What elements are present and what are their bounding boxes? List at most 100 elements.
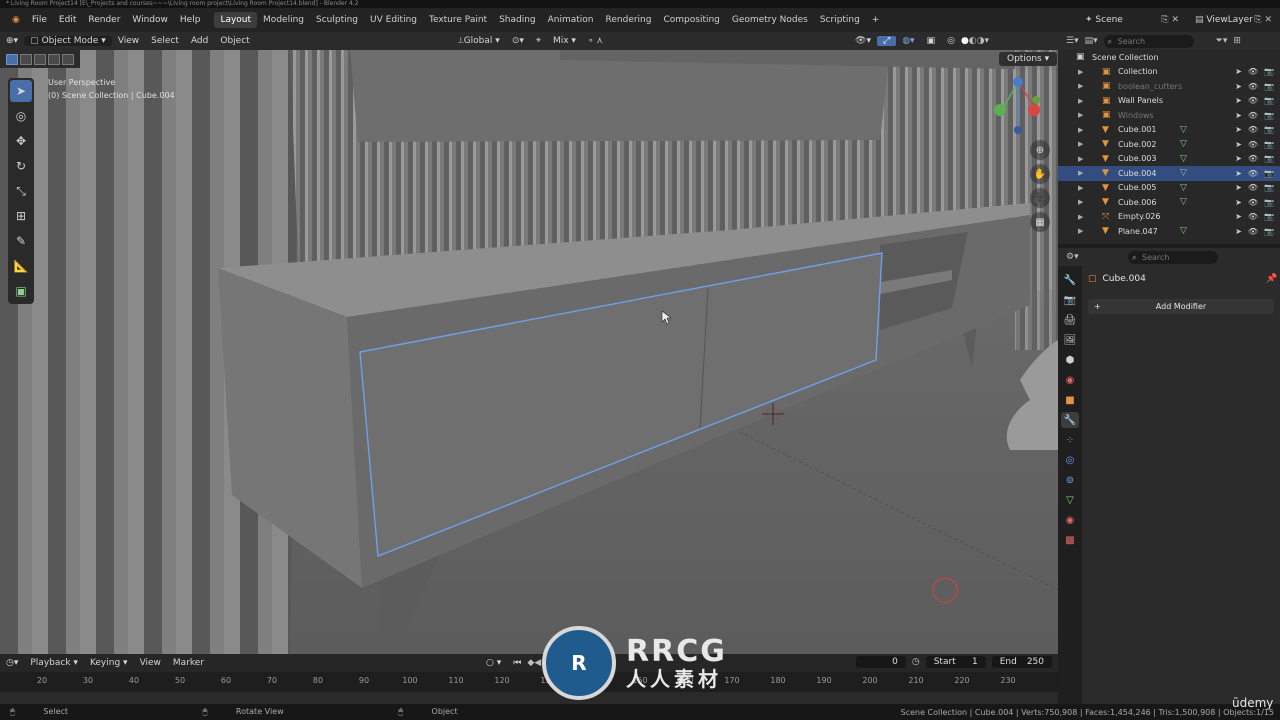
blender-logo-icon[interactable]: ◉ — [6, 15, 26, 25]
eye-icon[interactable]: 👁 — [1248, 111, 1258, 120]
outliner-item[interactable]: ▶ ▼ Cube.001 ▽ ➤ 👁 📷 — [1058, 123, 1280, 138]
menu-window[interactable]: Window — [126, 15, 174, 25]
render-toggle-icon[interactable]: 📷 — [1264, 96, 1274, 105]
tab-scripting[interactable]: Scripting — [814, 12, 866, 28]
eye-icon[interactable]: 👁 — [1248, 140, 1258, 149]
jump-start-icon[interactable]: ⏮ — [507, 658, 527, 668]
expand-arrow-icon[interactable]: ▶ — [1078, 82, 1083, 90]
outliner-item[interactable]: ▶ ⤧ Empty.026 ➤ 👁 📷 — [1058, 210, 1280, 225]
eye-icon[interactable]: 👁 — [1248, 183, 1258, 192]
tab-modeling[interactable]: Modeling — [257, 12, 310, 28]
eye-icon[interactable]: 👁 — [1248, 169, 1258, 178]
select-toggle-icon[interactable]: ➤ — [1235, 82, 1242, 91]
pin-icon[interactable]: 📌 — [1266, 274, 1277, 284]
eye-icon[interactable]: 👁 — [1248, 67, 1258, 76]
menu-file[interactable]: File — [26, 15, 53, 25]
3d-viewport[interactable]: User Perspective (0) Scene Collection | … — [0, 50, 1058, 654]
properties-editor-icon[interactable]: ⚙▾ — [1066, 252, 1079, 262]
outliner-editor-icon[interactable]: ☰▾ — [1066, 36, 1079, 46]
select-toggle-icon[interactable]: ➤ — [1235, 212, 1242, 221]
menu-help[interactable]: Help — [174, 15, 207, 25]
eye-icon[interactable]: 👁 — [1248, 212, 1258, 221]
tab-compositing[interactable]: Compositing — [657, 12, 725, 28]
gizmo-neg-y-icon[interactable] — [1032, 96, 1040, 104]
tab-texture-paint[interactable]: Texture Paint — [423, 12, 493, 28]
menu-marker[interactable]: Marker — [167, 658, 210, 668]
annotate-tool-icon[interactable]: ✎ — [10, 230, 32, 252]
cursor-tool-icon[interactable]: ◎ — [10, 105, 32, 127]
orientation-selector[interactable]: ⟂ Global ▾ — [452, 36, 506, 46]
eye-icon[interactable]: 👁 — [1248, 198, 1258, 207]
tab-layout[interactable]: Layout — [214, 12, 258, 28]
play-reverse-icon[interactable]: ◀ — [534, 658, 541, 668]
menu-select[interactable]: Select — [145, 36, 185, 46]
view-layer-tab-icon[interactable]: 🖼 — [1061, 332, 1079, 348]
render-toggle-icon[interactable]: 📷 — [1264, 111, 1274, 120]
render-toggle-icon[interactable]: 📷 — [1264, 227, 1274, 236]
outliner-search-input[interactable]: Search — [1103, 34, 1194, 48]
grid-view-icon[interactable]: ▦ — [1030, 212, 1050, 232]
particles-tab-icon[interactable]: ⁘ — [1061, 432, 1079, 448]
properties-search-input[interactable]: Search — [1128, 250, 1218, 264]
expand-arrow-icon[interactable]: ▶ — [1078, 111, 1083, 119]
expand-arrow-icon[interactable]: ▶ — [1078, 68, 1083, 76]
add-cube-tool-icon[interactable]: ▣ — [10, 280, 32, 302]
viewlayer-close-icon[interactable]: ⎘ ✕ — [1254, 15, 1272, 25]
tab-geometry-nodes[interactable]: Geometry Nodes — [726, 12, 814, 28]
gizmo-z-icon[interactable] — [1013, 77, 1023, 87]
move-tool-icon[interactable]: ✥ — [10, 130, 32, 152]
record-icon[interactable]: ○ ▾ — [480, 658, 507, 668]
output-tab-icon[interactable]: 🖨 — [1061, 312, 1079, 328]
render-toggle-icon[interactable]: 📷 — [1264, 169, 1274, 178]
scene-pin-icon[interactable]: ⎘ ✕ — [1161, 15, 1179, 25]
gizmo-x-icon[interactable] — [1028, 104, 1040, 116]
select-box-mode-icon[interactable] — [6, 53, 18, 65]
zoom-icon[interactable]: ⊕ — [1030, 140, 1050, 160]
outliner-item[interactable]: ▶ ▼ Cube.004 ▽ ➤ 👁 📷 — [1058, 166, 1280, 181]
expand-arrow-icon[interactable]: ▶ — [1078, 169, 1083, 177]
timeline-body[interactable] — [0, 692, 1058, 704]
select-toggle-icon[interactable]: ➤ — [1235, 96, 1242, 105]
outliner-item[interactable]: ▶ ▼ Plane.047 ▽ ➤ 👁 📷 — [1058, 224, 1280, 239]
menu-object[interactable]: Object — [214, 36, 255, 46]
scene-selector[interactable]: ✦ Scene ⎘ ✕ — [1077, 15, 1187, 25]
render-toggle-icon[interactable]: 📷 — [1264, 67, 1274, 76]
expand-arrow-icon[interactable]: ▶ — [1078, 97, 1083, 105]
shading-solid-icon[interactable]: ● — [961, 36, 969, 46]
object-name[interactable]: Cube.004 — [1103, 274, 1146, 284]
eye-icon[interactable]: 👁 — [1248, 227, 1258, 236]
tab-animation[interactable]: Animation — [542, 12, 600, 28]
render-toggle-icon[interactable]: 📷 — [1264, 198, 1274, 207]
physics-tab-icon[interactable]: ◎ — [1061, 452, 1079, 468]
modifier-tab-icon[interactable]: 🔧 — [1061, 412, 1079, 428]
snap-mode-selector[interactable]: Mix ▾ — [547, 36, 582, 46]
outliner-item[interactable]: ▶ ▼ Cube.006 ▽ ➤ 👁 📷 — [1058, 195, 1280, 210]
shading-material-icon[interactable]: ◐ — [969, 36, 977, 46]
xray-icon[interactable]: ▣ — [921, 36, 942, 46]
select-extend-icon[interactable] — [20, 53, 32, 65]
menu-playback[interactable]: Playback ▾ — [24, 658, 84, 668]
expand-arrow-icon[interactable]: ▶ — [1078, 155, 1083, 163]
select-toggle-icon[interactable]: ➤ — [1235, 198, 1242, 207]
end-frame-field[interactable]: End 250 — [991, 656, 1052, 668]
menu-keying[interactable]: Keying ▾ — [84, 658, 134, 668]
shading-wireframe-icon[interactable]: ◎ — [941, 36, 961, 46]
outliner-item[interactable]: ▶ ▼ Cube.003 ▽ ➤ 👁 📷 — [1058, 152, 1280, 167]
select-toggle-icon[interactable]: ➤ — [1235, 67, 1242, 76]
outliner-root[interactable]: ▣ Scene Collection — [1058, 50, 1280, 65]
transform-tool-icon[interactable]: ⊞ — [10, 205, 32, 227]
outliner-item[interactable]: ▶ ▣ Wall Panels ➤ 👁 📷 — [1058, 94, 1280, 109]
select-tool-icon[interactable]: ➤ — [10, 80, 32, 102]
menu-render[interactable]: Render — [82, 15, 126, 25]
menu-view[interactable]: View — [112, 36, 145, 46]
expand-arrow-icon[interactable]: ▶ — [1078, 227, 1083, 235]
gizmo-icon[interactable]: ⤢ — [876, 36, 897, 46]
outliner-item[interactable]: ▶ ▼ Cube.002 ▽ ➤ 👁 📷 — [1058, 137, 1280, 152]
select-intersect-icon[interactable] — [62, 53, 74, 65]
eye-icon[interactable]: 👁 — [1248, 82, 1258, 91]
scale-tool-icon[interactable]: ⤡ — [10, 180, 32, 202]
timeline-editor-icon[interactable]: ◷▾ — [0, 658, 24, 668]
render-toggle-icon[interactable]: 📷 — [1264, 154, 1274, 163]
expand-arrow-icon[interactable]: ▶ — [1078, 126, 1083, 134]
menu-timeline-view[interactable]: View — [134, 658, 167, 668]
